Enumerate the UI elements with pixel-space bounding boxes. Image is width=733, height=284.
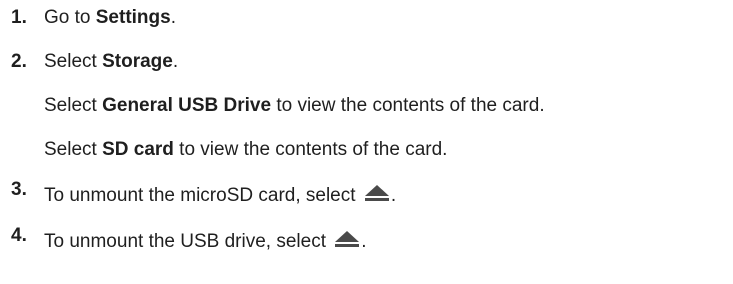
sd-card-label: SD card — [102, 139, 174, 160]
eject-icon — [363, 183, 391, 210]
step-text: Select General USB Drive to view the con… — [44, 95, 545, 116]
general-usb-drive-label: General USB Drive — [102, 95, 272, 116]
step-text: To unmount the USB drive, select . — [44, 229, 367, 256]
eject-icon — [333, 229, 361, 256]
step-number: 3. — [11, 179, 27, 200]
step-text: Select Storage. — [44, 51, 179, 72]
step-text: Select SD card to view the contents of t… — [44, 139, 448, 160]
storage-label: Storage — [102, 51, 173, 72]
settings-label: Settings — [95, 7, 171, 28]
step-number: 4. — [11, 225, 27, 246]
step-text: Go to Settings. — [44, 7, 176, 28]
step-number: 2. — [11, 51, 27, 72]
step-number: 1. — [11, 7, 27, 28]
step-text: To unmount the microSD card, select . — [44, 183, 396, 210]
instruction-steps: 1. Go to Settings. 2. Select Storage. Se… — [0, 0, 733, 284]
